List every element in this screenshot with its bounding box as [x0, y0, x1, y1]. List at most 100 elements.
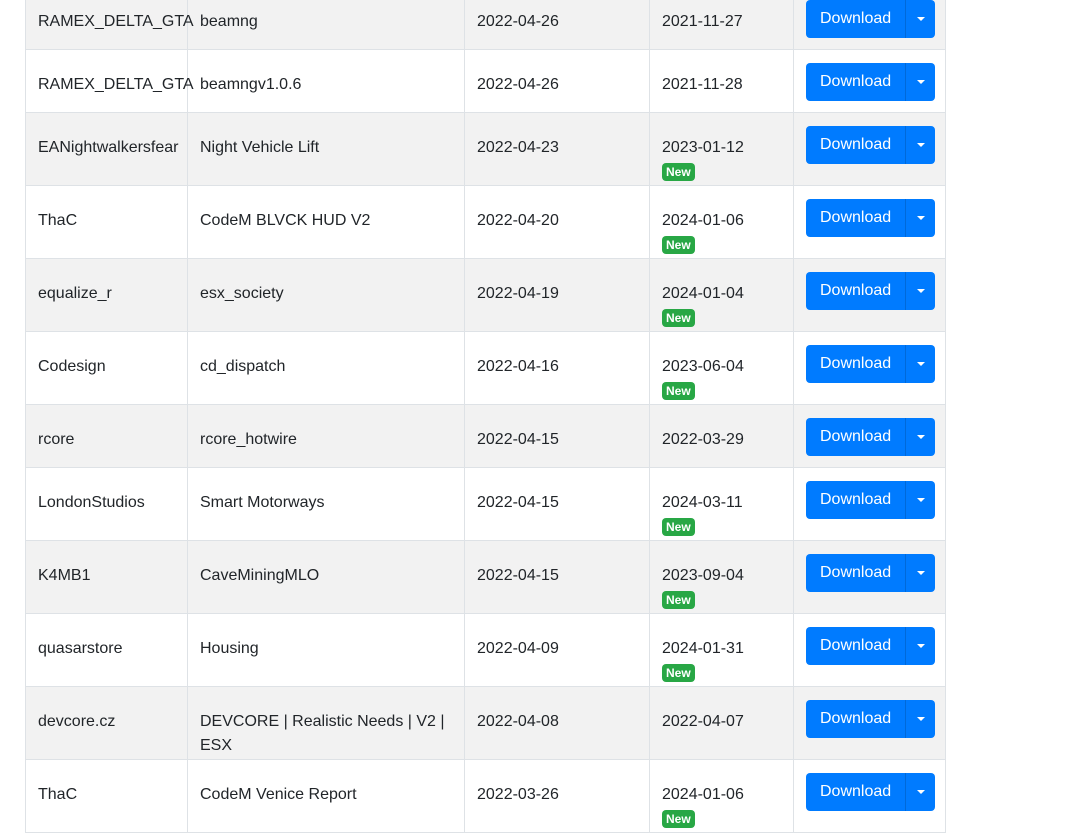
download-button[interactable]: Download: [806, 0, 906, 38]
updated-date: 2024-01-04: [662, 285, 744, 302]
updated-date: 2024-01-06: [662, 212, 744, 229]
action-cell: Download: [793, 540, 946, 614]
author-cell: EANightwalkersfear: [25, 112, 188, 186]
updated-date-cell: 2023-09-04 New: [649, 540, 794, 614]
caret-down-icon: [916, 143, 925, 147]
author-cell: Codesign: [25, 331, 188, 405]
author-cell: K4MB1: [25, 540, 188, 614]
action-cell: Download: [793, 258, 946, 332]
resource-name-cell: CodeM BLVCK HUD V2: [187, 185, 465, 259]
updated-date-cell: 2021-11-28: [649, 49, 794, 113]
resource-name-cell: rcore_hotwire: [187, 404, 465, 468]
download-dropdown-toggle[interactable]: [905, 700, 936, 738]
caret-down-icon: [916, 17, 925, 21]
caret-down-icon: [916, 644, 925, 648]
download-button[interactable]: Download: [806, 773, 906, 811]
download-button-group: Download: [806, 773, 936, 811]
download-button[interactable]: Download: [806, 418, 906, 456]
caret-down-icon: [916, 790, 925, 794]
table-row: rcore rcore_hotwire 2022-04-15 2022-03-29 Do…: [25, 404, 946, 468]
new-badge: New: [662, 664, 695, 682]
table-row: quasarstore Housing 2022-04-09 2024-01-31 Ne…: [25, 613, 946, 687]
download-button[interactable]: Download: [806, 481, 906, 519]
updated-date: 2024-01-06: [662, 786, 744, 803]
table-row: K4MB1 CaveMiningMLO 2022-04-15 2023-09-04 Ne…: [25, 540, 946, 614]
release-date-cell: 2022-04-26: [464, 0, 650, 50]
action-cell: Download: [793, 112, 946, 186]
download-button[interactable]: Download: [806, 199, 906, 237]
updated-date-cell: 2021-11-27: [649, 0, 794, 50]
updated-date-cell: 2022-04-07: [649, 686, 794, 760]
updated-date-cell: 2024-01-31 New: [649, 613, 794, 687]
release-date-cell: 2022-04-09: [464, 613, 650, 687]
resource-name-cell: DEVCORE | Realistic Needs | V2 | ESX: [187, 686, 465, 760]
author-cell: ThaC: [25, 759, 188, 833]
release-date-cell: 2022-03-26: [464, 759, 650, 833]
caret-down-icon: [916, 571, 925, 575]
action-cell: Download: [793, 331, 946, 405]
download-dropdown-toggle[interactable]: [905, 773, 936, 811]
release-date-cell: 2022-04-08: [464, 686, 650, 760]
new-badge: New: [662, 236, 695, 254]
download-dropdown-toggle[interactable]: [905, 554, 936, 592]
new-badge: New: [662, 382, 695, 400]
download-dropdown-toggle[interactable]: [905, 199, 936, 237]
download-dropdown-toggle[interactable]: [905, 345, 936, 383]
updated-date: 2022-03-29: [662, 431, 744, 448]
author-cell: rcore: [25, 404, 188, 468]
author-cell: ThaC: [25, 185, 188, 259]
download-button-group: Download: [806, 481, 936, 519]
download-button-group: Download: [806, 126, 936, 164]
action-cell: Download: [793, 613, 946, 687]
resource-name-cell: CodeM Venice Report: [187, 759, 465, 833]
action-cell: Download: [793, 759, 946, 833]
caret-down-icon: [916, 80, 925, 84]
download-button-group: Download: [806, 418, 936, 456]
download-button[interactable]: Download: [806, 700, 906, 738]
table-row: RAMEX_DELTA_GTA beamngv1.0.6 2022-04-26 202…: [25, 49, 946, 113]
download-dropdown-toggle[interactable]: [905, 418, 936, 456]
action-cell: Download: [793, 467, 946, 541]
download-button[interactable]: Download: [806, 554, 906, 592]
updated-date: 2024-01-31: [662, 640, 744, 657]
download-button-group: Download: [806, 554, 936, 592]
table-row: equalize_r esx_society 2022-04-19 2024-01-0…: [25, 258, 946, 332]
download-button[interactable]: Download: [806, 126, 906, 164]
updated-date: 2024-03-11: [662, 494, 743, 511]
updated-date-cell: 2024-01-06 New: [649, 185, 794, 259]
download-button[interactable]: Download: [806, 627, 906, 665]
download-dropdown-toggle[interactable]: [905, 0, 936, 38]
download-button-group: Download: [806, 627, 936, 665]
download-button[interactable]: Download: [806, 345, 906, 383]
new-badge: New: [662, 163, 695, 181]
author-cell: RAMEX_DELTA_GTA: [25, 0, 194, 50]
download-button-group: Download: [806, 700, 936, 738]
action-cell: Download: [793, 0, 946, 50]
release-date-cell: 2022-04-26: [464, 49, 650, 113]
download-dropdown-toggle[interactable]: [905, 627, 936, 665]
download-dropdown-toggle[interactable]: [905, 63, 936, 101]
updated-date: 2021-11-28: [662, 76, 743, 93]
author-cell: LondonStudios: [25, 467, 188, 541]
resource-name-cell: Night Vehicle Lift: [187, 112, 465, 186]
download-dropdown-toggle[interactable]: [905, 126, 936, 164]
updated-date: 2021-11-27: [662, 13, 743, 30]
download-button[interactable]: Download: [806, 63, 906, 101]
releases-table: RAMEX_DELTA_GTA beamng 2022-04-26 2021-11-2…: [25, 0, 946, 833]
release-date-cell: 2022-04-15: [464, 467, 650, 541]
updated-date: 2022-04-07: [662, 713, 744, 730]
releases-table-container: RAMEX_DELTA_GTA beamng 2022-04-26 2021-11-2…: [25, 0, 946, 833]
action-cell: Download: [793, 185, 946, 259]
table-row: ThaC CodeM Venice Report 2022-03-26 2024-01…: [25, 759, 946, 833]
release-date-cell: 2022-04-16: [464, 331, 650, 405]
download-button[interactable]: Download: [806, 272, 906, 310]
download-button-group: Download: [806, 0, 936, 38]
action-cell: Download: [793, 686, 946, 760]
updated-date-cell: 2024-03-11 New: [649, 467, 794, 541]
download-dropdown-toggle[interactable]: [905, 481, 936, 519]
resource-name-cell: beamngv1.0.6: [187, 49, 465, 113]
release-date-cell: 2022-04-15: [464, 540, 650, 614]
table-body: RAMEX_DELTA_GTA beamng 2022-04-26 2021-11-2…: [25, 0, 946, 833]
author-cell: equalize_r: [25, 258, 188, 332]
download-dropdown-toggle[interactable]: [905, 272, 936, 310]
